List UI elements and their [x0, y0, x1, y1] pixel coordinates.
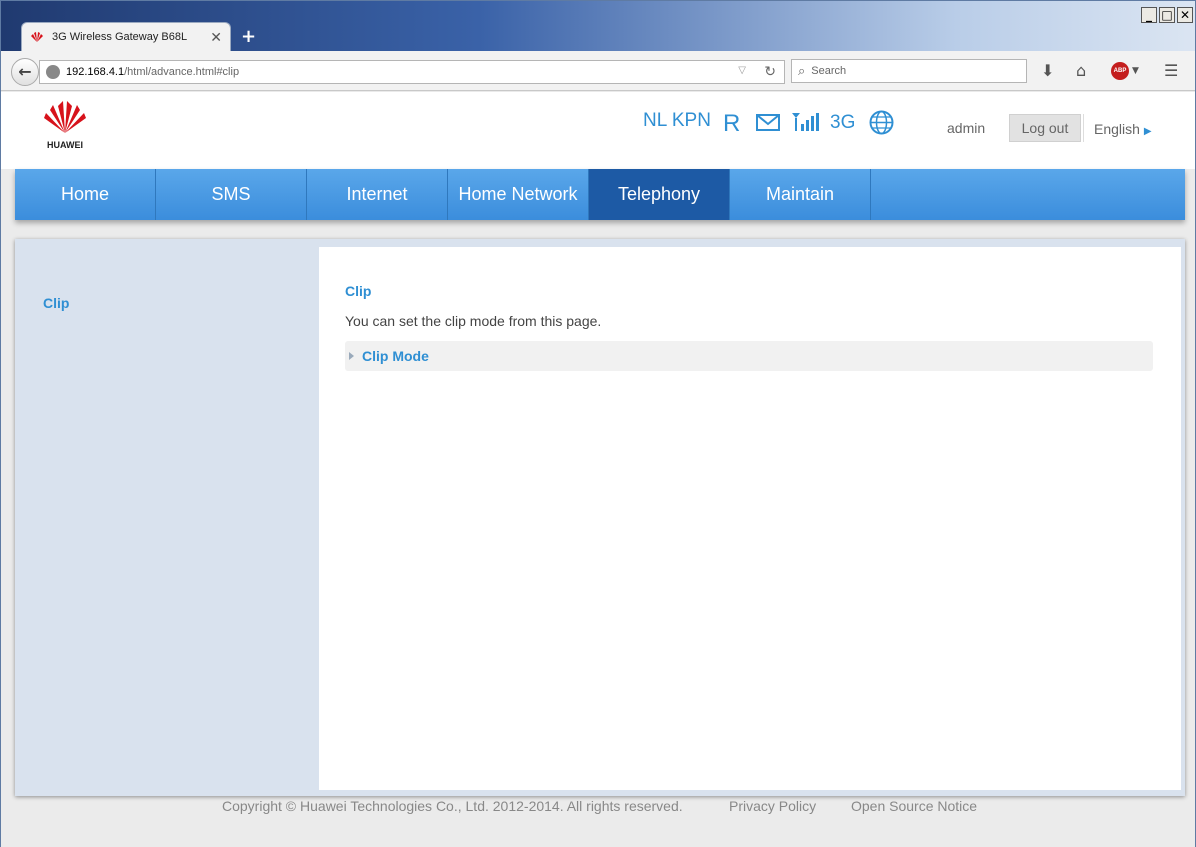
nav-internet[interactable]: Internet [307, 169, 448, 220]
nav-sms[interactable]: SMS [156, 169, 307, 220]
url-host: 192.168.4.1 [66, 66, 125, 78]
open-source-notice-link[interactable]: Open Source Notice [851, 798, 977, 814]
content-area: Clip Clip You can set the clip mode from… [15, 239, 1185, 796]
main-panel: Clip You can set the clip mode from this… [319, 247, 1181, 790]
site-info-icon[interactable] [46, 65, 60, 79]
chevron-right-icon: ▶ [1143, 126, 1152, 137]
menu-icon[interactable]: ☰ [1164, 61, 1178, 80]
window-controls: _ □ ✕ [1141, 7, 1193, 23]
maximize-icon[interactable]: □ [1159, 7, 1175, 23]
mail-icon[interactable] [756, 114, 780, 132]
page-title: Clip [345, 283, 372, 299]
globe-icon [869, 110, 894, 135]
operator-name: NL KPN [643, 110, 711, 131]
page-description: You can set the clip mode from this page… [345, 313, 602, 329]
language-label: English [1094, 121, 1140, 137]
section-label: Clip Mode [362, 348, 429, 364]
expand-arrow-icon [349, 352, 354, 360]
nav-maintain[interactable]: Maintain [730, 169, 871, 220]
roaming-indicator: R [723, 110, 741, 137]
nav-home[interactable]: Home [15, 169, 156, 220]
url-bar[interactable]: 192.168.4.1/html/advance.html#clip ▽ ↻ [39, 60, 785, 84]
adblock-icon[interactable]: ABP [1111, 62, 1129, 80]
tab-title: 3G Wireless Gateway B68L [52, 31, 188, 43]
logout-button[interactable]: Log out [1009, 114, 1081, 142]
browser-tab[interactable]: 3G Wireless Gateway B68L ✕ [21, 22, 231, 51]
divider [1083, 114, 1084, 142]
username: admin [947, 120, 986, 136]
back-icon[interactable]: ← [11, 58, 39, 86]
nav-telephony[interactable]: Telephony [589, 169, 730, 220]
url-dropdown-icon[interactable]: ▽ [738, 65, 746, 76]
search-input[interactable]: ⌕ Search [791, 59, 1027, 83]
copyright-text: Copyright © Huawei Technologies Co., Ltd… [222, 798, 683, 814]
language-selector[interactable]: English ▶ [1094, 121, 1152, 137]
huawei-logo: HUAWEI [41, 100, 89, 150]
adblock-dropdown-icon[interactable]: ▼ [1132, 66, 1139, 76]
browser-toolbar: ← 192.168.4.1/html/advance.html#clip ▽ ↻… [1, 51, 1195, 91]
nav-home-network[interactable]: Home Network [448, 169, 589, 220]
download-icon[interactable]: ⬇ [1041, 61, 1054, 80]
browser-window: _ □ ✕ 3G Wireless Gateway B68L ✕ + ← 192… [0, 0, 1196, 847]
minimize-icon[interactable]: _ [1141, 7, 1157, 23]
close-window-icon[interactable]: ✕ [1177, 7, 1193, 23]
clip-mode-section[interactable]: Clip Mode [345, 341, 1153, 371]
new-tab-icon[interactable]: + [241, 26, 256, 47]
huawei-favicon-icon [31, 32, 43, 42]
network-type: 3G [830, 112, 856, 133]
close-tab-icon[interactable]: ✕ [210, 29, 222, 46]
privacy-policy-link[interactable]: Privacy Policy [729, 798, 816, 814]
home-icon[interactable]: ⌂ [1076, 61, 1086, 80]
sidebar-item-clip[interactable]: Clip [43, 295, 69, 311]
search-icon: ⌕ [798, 63, 806, 78]
search-placeholder: Search [811, 65, 847, 77]
reload-icon[interactable]: ↻ [764, 63, 776, 80]
web-page: HUAWEI NL KPN R 3G admin Log out English… [1, 92, 1195, 847]
signal-strength-icon [792, 113, 819, 131]
title-bar: _ □ ✕ 3G Wireless Gateway B68L ✕ + [1, 1, 1195, 51]
main-nav: Home SMS Internet Home Network Telephony… [15, 169, 1185, 220]
huawei-logo-icon [44, 101, 86, 133]
brand-name: HUAWEI [47, 140, 83, 150]
url-path: /html/advance.html#clip [124, 66, 240, 78]
router-header: HUAWEI NL KPN R 3G admin Log out English… [1, 92, 1195, 169]
